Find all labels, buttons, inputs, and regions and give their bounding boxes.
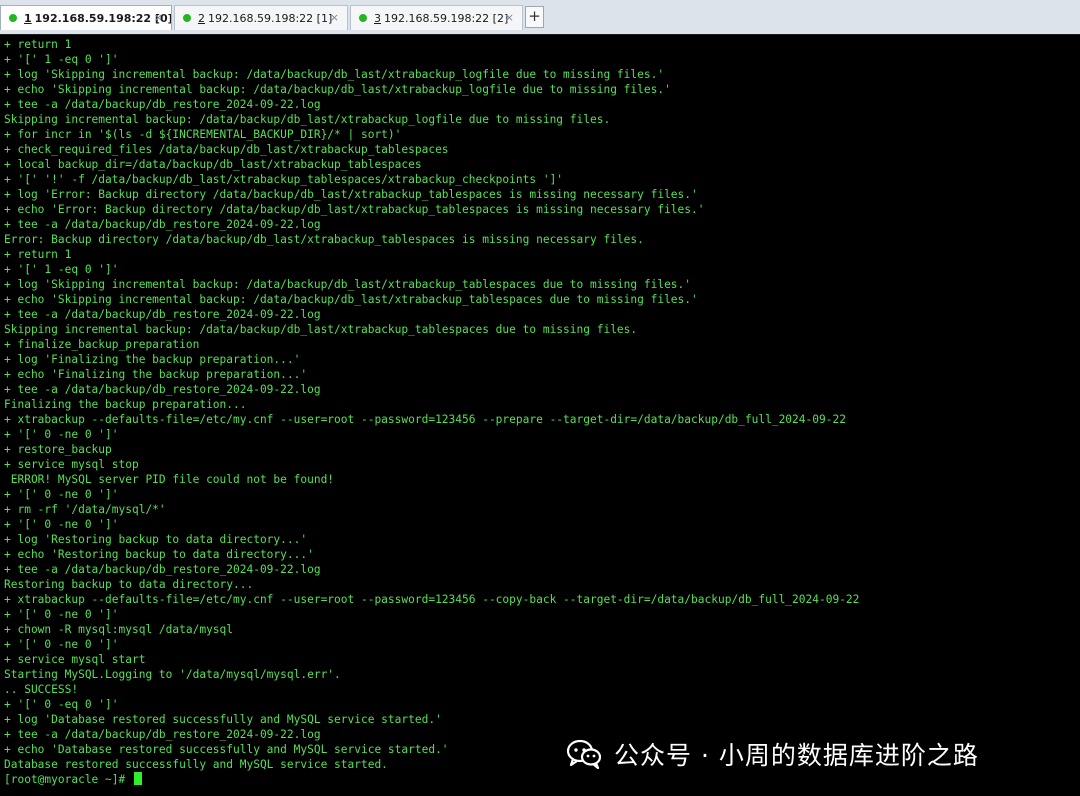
terminal-line: + '[' 1 -eq 0 ']'	[4, 263, 119, 276]
watermark: 公众号 · 小周的数据库进阶之路	[566, 736, 979, 772]
terminal-line: + xtrabackup --defaults-file=/etc/my.cnf…	[4, 413, 846, 426]
tab-number: 2	[198, 11, 205, 25]
terminal-prompt-line[interactable]: [root@myoracle ~]#	[4, 772, 1076, 787]
terminal-line: + tee -a /data/backup/db_restore_2024-09…	[4, 308, 321, 321]
new-tab-button[interactable]: +	[525, 6, 544, 28]
terminal-line: + chown -R mysql:mysql /data/mysql	[4, 623, 234, 636]
terminal-line: + '[' 0 -eq 0 ']'	[4, 698, 119, 711]
tab-title: 192.168.59.198:22 [0]	[34, 11, 172, 25]
close-icon[interactable]: ×	[154, 11, 163, 24]
terminal-line: + service mysql stop	[4, 458, 139, 471]
terminal-line: + service mysql start	[4, 653, 146, 666]
close-icon[interactable]: ×	[505, 11, 514, 24]
terminal-line: Finalizing the backup preparation...	[4, 398, 247, 411]
terminal-line: .. SUCCESS!	[4, 683, 79, 696]
text-cursor	[133, 772, 142, 785]
connected-status-icon	[359, 14, 367, 22]
tab-session-3[interactable]: 3 192.168.59.198:22 [2] ×	[350, 5, 523, 30]
terminal-line: + return 1	[4, 38, 72, 51]
terminal-line: + tee -a /data/backup/db_restore_2024-09…	[4, 98, 321, 111]
tab-number: 3	[374, 11, 381, 25]
terminal-line: + log 'Finalizing the backup preparation…	[4, 353, 301, 366]
terminal-line: + log 'Error: Backup directory /data/bac…	[4, 188, 698, 201]
terminal-line: + return 1	[4, 248, 72, 261]
connected-status-icon	[9, 14, 17, 22]
connected-status-icon	[183, 14, 191, 22]
terminal-line: + restore_backup	[4, 443, 112, 456]
shell-prompt: [root@myoracle ~]#	[4, 773, 132, 786]
close-icon[interactable]: ×	[330, 11, 339, 24]
tab-bar: 1 192.168.59.198:22 [0] × 2 192.168.59.1…	[0, 0, 1080, 35]
terminal-line: Restoring backup to data directory...	[4, 578, 254, 591]
terminal-line: + '[' 0 -ne 0 ']'	[4, 428, 119, 441]
tab-number: 1	[24, 11, 32, 25]
terminal-line: + rm -rf '/data/mysql/*'	[4, 503, 166, 516]
terminal-output[interactable]: + return 1 + '[' 1 -eq 0 ']' + log 'Skippi…	[0, 37, 1080, 796]
terminal-line: + '[' '!' -f /data/backup/db_last/xtraba…	[4, 173, 564, 186]
tab-session-1[interactable]: 1 192.168.59.198:22 [0] ×	[0, 5, 172, 30]
terminal-line: + for incr in '$(ls -d ${INCREMENTAL_BAC…	[4, 128, 402, 141]
terminal-line: + echo 'Error: Backup directory /data/ba…	[4, 203, 705, 216]
terminal-line: + '[' 0 -ne 0 ']'	[4, 638, 119, 651]
terminal-line: + check_required_files /data/backup/db_l…	[4, 143, 449, 156]
terminal-line: + log 'Skipping incremental backup: /dat…	[4, 68, 665, 81]
terminal-line: Skipping incremental backup: /data/backu…	[4, 323, 638, 336]
terminal-line: + log 'Skipping incremental backup: /dat…	[4, 278, 692, 291]
terminal-line: + tee -a /data/backup/db_restore_2024-09…	[4, 383, 321, 396]
tab-title: 192.168.59.198:22 [2]	[384, 11, 509, 25]
terminal-line: + '[' 1 -eq 0 ']'	[4, 53, 119, 66]
tab-title: 192.168.59.198:22 [1]	[208, 11, 333, 25]
wechat-icon	[566, 739, 602, 769]
terminal-line: + xtrabackup --defaults-file=/etc/my.cnf…	[4, 593, 860, 606]
terminal-line: + '[' 0 -ne 0 ']'	[4, 518, 119, 531]
terminal-line: + '[' 0 -ne 0 ']'	[4, 488, 119, 501]
terminal-line: + echo 'Skipping incremental backup: /da…	[4, 83, 671, 96]
watermark-text: 公众号 · 小周的数据库进阶之路	[614, 741, 979, 770]
tab-session-2[interactable]: 2 192.168.59.198:22 [1] ×	[174, 5, 348, 30]
terminal-line: + tee -a /data/backup/db_restore_2024-09…	[4, 218, 321, 231]
terminal-line: Starting MySQL.Logging to '/data/mysql/m…	[4, 668, 341, 681]
terminal-line: + echo 'Skipping incremental backup: /da…	[4, 293, 698, 306]
terminal-line: + log 'Restoring backup to data director…	[4, 533, 308, 546]
terminal-line: Skipping incremental backup: /data/backu…	[4, 113, 611, 126]
terminal-line: + '[' 0 -ne 0 ']'	[4, 608, 119, 621]
terminal-line: ERROR! MySQL server PID file could not b…	[4, 473, 335, 486]
terminal-line: + echo 'Restoring backup to data directo…	[4, 548, 314, 561]
terminal-line: + finalize_backup_preparation	[4, 338, 200, 351]
terminal-line: + tee -a /data/backup/db_restore_2024-09…	[4, 563, 321, 576]
terminal-line: Error: Backup directory /data/backup/db_…	[4, 233, 644, 246]
terminal-line: + local backup_dir=/data/backup/db_last/…	[4, 158, 422, 171]
terminal-line: + echo 'Finalizing the backup preparatio…	[4, 368, 308, 381]
terminal-line: + log 'Database restored successfully an…	[4, 713, 442, 726]
